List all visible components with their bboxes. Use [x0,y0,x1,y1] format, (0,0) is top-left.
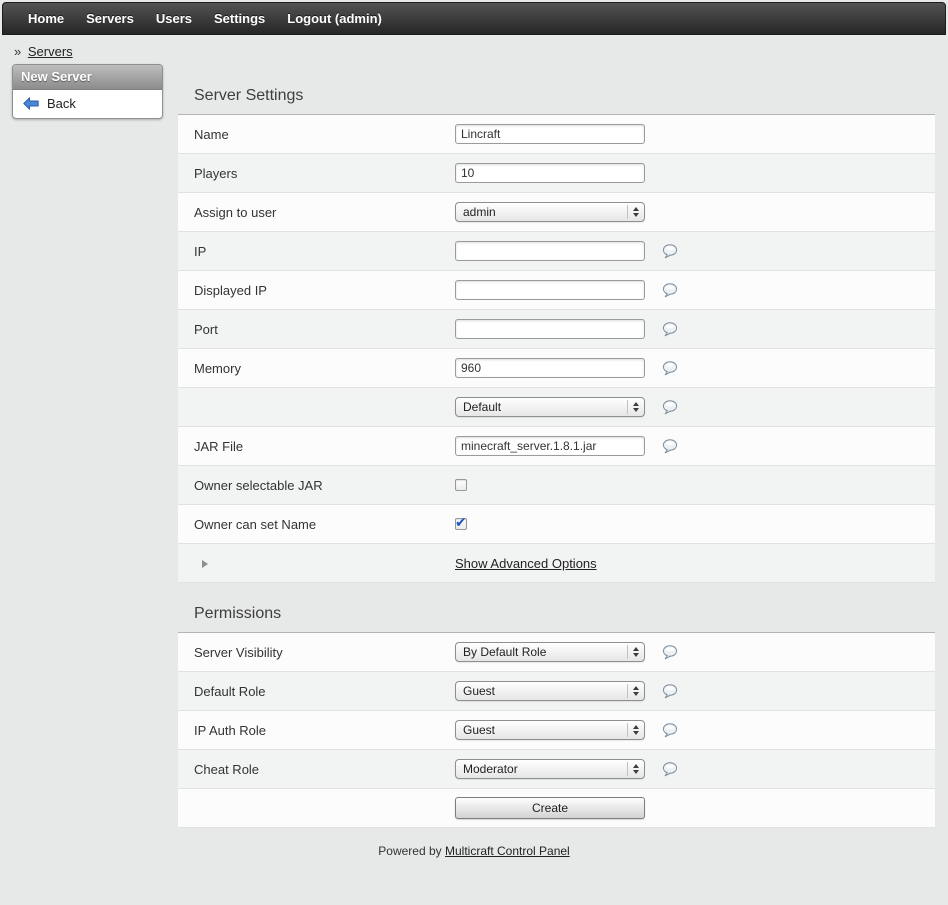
select-stepper-icon [627,762,639,776]
owner-selectable-jar-checkbox[interactable] [455,479,467,491]
form-row-owner-can-set-name: Owner can set Name [178,505,935,544]
disclosure-triangle-icon[interactable] [202,560,208,568]
owner-can-set-name-checkbox[interactable] [455,518,467,530]
hint-icon[interactable] [662,439,678,454]
form-row-memory: Memory [178,349,935,388]
footer-link-multicraft[interactable]: Multicraft Control Panel [445,844,570,858]
section-title-server-settings: Server Settings [178,65,935,115]
cheat-role-select[interactable]: Moderator [455,759,645,779]
form-row-port: Port [178,310,935,349]
select-value: Guest [463,684,495,698]
form-row-jar-file: JAR File [178,427,935,466]
footer-text: Powered by [378,844,441,858]
select-stepper-icon [627,205,639,219]
hint-icon[interactable] [662,762,678,777]
back-arrow-icon [23,97,39,110]
ip-label: IP [178,244,455,259]
form-row-memory-preset: Default [178,388,935,427]
form-row-displayed-ip: Displayed IP [178,271,935,310]
select-value: Moderator [463,762,518,776]
form-row-default-role: Default Role Guest [178,672,935,711]
hint-icon[interactable] [662,645,678,660]
form-row-name: Name [178,115,935,154]
nav-logout[interactable]: Logout (admin) [276,3,393,34]
server-settings-rows: Name Players Assign to user admin IP [178,115,935,583]
select-value: By Default Role [463,645,546,659]
top-navigation: Home Servers Users Settings Logout (admi… [2,2,946,35]
form-row-cheat-role: Cheat Role Moderator [178,750,935,789]
default-role-label: Default Role [178,684,455,699]
ip-auth-role-select[interactable]: Guest [455,720,645,740]
players-input[interactable] [455,163,645,183]
select-value: Guest [463,723,495,737]
nav-home[interactable]: Home [17,3,75,34]
players-label: Players [178,166,455,181]
form-row-ip: IP [178,232,935,271]
form-row-assign-to-user: Assign to user admin [178,193,935,232]
memory-input[interactable] [455,358,645,378]
memory-label: Memory [178,361,455,376]
hint-icon[interactable] [662,283,678,298]
server-visibility-select[interactable]: By Default Role [455,642,645,662]
form-row-advanced-options: Show Advanced Options [178,544,935,583]
jar-file-label: JAR File [178,439,455,454]
footer: Powered by Multicraft Control Panel [0,828,948,872]
port-input[interactable] [455,319,645,339]
assign-to-user-label: Assign to user [178,205,455,220]
sidebar-item-back[interactable]: Back [13,90,162,118]
hint-icon[interactable] [662,244,678,259]
section-title-permissions: Permissions [178,583,935,633]
nav-settings[interactable]: Settings [203,3,276,34]
permissions-rows: Server Visibility By Default Role Defaul… [178,633,935,828]
name-input[interactable] [455,124,645,144]
select-stepper-icon [627,723,639,737]
breadcrumb-symbol: » [14,44,21,59]
main-content: Server Settings Name Players Assign to u… [178,65,935,828]
select-stepper-icon [627,645,639,659]
breadcrumb: » Servers [0,35,948,65]
create-button[interactable]: Create [455,797,645,819]
displayed-ip-input[interactable] [455,280,645,300]
sidebar-back-label: Back [47,96,76,111]
breadcrumb-link-servers[interactable]: Servers [28,44,73,59]
name-label: Name [178,127,455,142]
server-visibility-label: Server Visibility [178,645,455,660]
hint-icon[interactable] [662,322,678,337]
show-advanced-options-link[interactable]: Show Advanced Options [455,556,597,571]
ip-auth-role-label: IP Auth Role [178,723,455,738]
hint-icon[interactable] [662,400,678,415]
form-row-ip-auth-role: IP Auth Role Guest [178,711,935,750]
port-label: Port [178,322,455,337]
jar-file-input[interactable] [455,436,645,456]
hint-icon[interactable] [662,723,678,738]
owner-selectable-jar-label: Owner selectable JAR [178,478,455,493]
select-stepper-icon [627,400,639,414]
form-row-owner-selectable-jar: Owner selectable JAR [178,466,935,505]
nav-servers[interactable]: Servers [75,3,145,34]
sidebar-title: New Server [13,65,162,90]
form-row-server-visibility: Server Visibility By Default Role [178,633,935,672]
cheat-role-label: Cheat Role [178,762,455,777]
hint-icon[interactable] [662,361,678,376]
memory-preset-select[interactable]: Default [455,397,645,417]
select-stepper-icon [627,684,639,698]
hint-icon[interactable] [662,684,678,699]
assign-to-user-select[interactable]: admin [455,202,645,222]
default-role-select[interactable]: Guest [455,681,645,701]
form-row-players: Players [178,154,935,193]
nav-users[interactable]: Users [145,3,203,34]
select-value: Default [463,400,501,414]
form-row-create: Create [178,789,935,828]
owner-can-set-name-label: Owner can set Name [178,517,455,532]
ip-input[interactable] [455,241,645,261]
sidebar: New Server Back [12,64,163,119]
displayed-ip-label: Displayed IP [178,283,455,298]
select-value: admin [463,205,496,219]
